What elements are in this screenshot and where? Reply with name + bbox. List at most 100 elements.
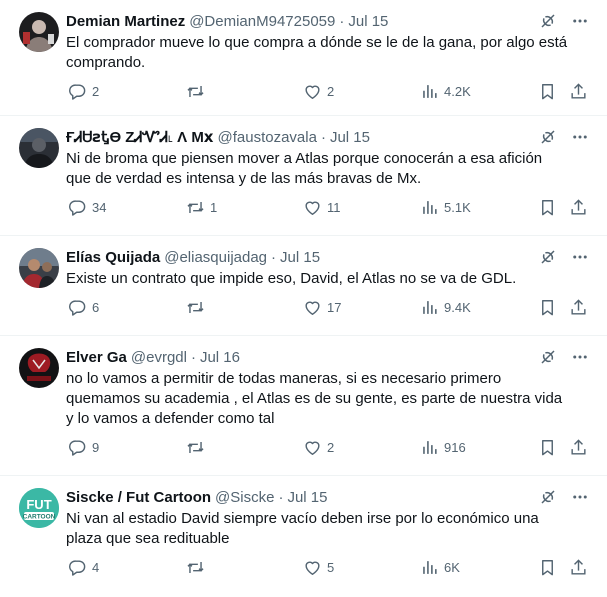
view-count: 9.4K [444, 299, 471, 315]
views-button[interactable]: 4.2K [420, 81, 471, 101]
like-button[interactable]: 5 [303, 557, 334, 577]
tweet[interactable]: Demian Martinez @DemianM94725059 · Jul 1… [0, 0, 607, 116]
retweet-button[interactable]: 1 [186, 197, 217, 217]
share-button[interactable] [569, 557, 588, 577]
bookmark-button[interactable] [538, 81, 557, 101]
action-bar: 4 5 6K [18, 557, 591, 591]
reply-count: 9 [92, 439, 100, 455]
separator-dot: · [339, 12, 345, 30]
tweet-text: Ni van al estadio David siempre vacío de… [66, 510, 539, 547]
bookmark-button[interactable] [538, 437, 557, 457]
timestamp[interactable]: Jul 16 [200, 349, 240, 366]
like-button[interactable]: 11 [303, 197, 341, 217]
reply-button[interactable]: 9 [68, 437, 99, 457]
retweet-button[interactable] [186, 437, 210, 457]
reply-button[interactable]: 2 [68, 81, 99, 101]
more-icon[interactable] [571, 128, 589, 146]
grok-icon[interactable] [539, 488, 557, 506]
author-name[interactable]: Siscke / Fut Cartoon [66, 489, 211, 506]
like-count: 17 [327, 299, 342, 315]
views-button[interactable]: 6K [420, 557, 460, 577]
like-count: 2 [327, 83, 335, 99]
retweet-button[interactable] [186, 297, 210, 317]
bookmark-button[interactable] [538, 197, 557, 217]
retweet-icon [186, 198, 205, 217]
more-icon[interactable] [571, 348, 589, 366]
like-button[interactable]: 2 [303, 81, 334, 101]
like-icon [303, 438, 322, 457]
author-name[interactable]: Demian Martinez [66, 13, 185, 30]
like-icon [303, 298, 322, 317]
avatar[interactable] [19, 128, 59, 168]
retweet-icon [186, 82, 205, 101]
share-button[interactable] [569, 197, 588, 217]
author-handle[interactable]: @Siscke [215, 489, 274, 506]
grok-icon[interactable] [539, 248, 557, 266]
author-handle[interactable]: @eliasquijadag [164, 249, 267, 266]
reply-count: 4 [92, 559, 100, 575]
grok-icon[interactable] [539, 128, 557, 146]
views-icon [420, 558, 439, 577]
view-count: 6K [444, 559, 460, 575]
retweet-icon [186, 558, 205, 577]
timestamp[interactable]: Jul 15 [287, 489, 327, 506]
views-button[interactable]: 916 [420, 437, 466, 457]
avatar-logo-top: FUT [26, 497, 51, 512]
avatar[interactable]: FUT CARTOON [19, 488, 59, 528]
share-icon [569, 298, 588, 317]
grok-icon[interactable] [539, 348, 557, 366]
author-name[interactable]: ҒᏗᏌꙅᎿϴ ZᏗᏉᏗ˪ Ʌ Mⅹ [66, 128, 214, 146]
reply-icon [68, 558, 87, 577]
tweet-text: El comprador mueve lo que compra a dónde… [66, 34, 568, 71]
reply-icon [68, 298, 87, 317]
views-button[interactable]: 5.1K [420, 197, 471, 217]
retweet-button[interactable] [186, 81, 210, 101]
timestamp[interactable]: Jul 15 [280, 249, 320, 266]
reply-count: 6 [92, 299, 100, 315]
reply-count: 2 [92, 83, 100, 99]
author-handle[interactable]: @DemianM94725059 [189, 13, 335, 30]
share-icon [569, 438, 588, 457]
author-handle[interactable]: @faustozavala [218, 129, 317, 146]
action-bar: 34 1 11 5.1K [18, 197, 591, 231]
retweet-icon [186, 438, 205, 457]
separator-dot: · [320, 128, 326, 146]
reply-button[interactable]: 34 [68, 197, 106, 217]
action-bar: 9 2 916 [18, 437, 591, 471]
avatar[interactable] [19, 248, 59, 288]
retweet-button[interactable] [186, 557, 210, 577]
share-button[interactable] [569, 437, 588, 457]
author-name[interactable]: Elver Ga [66, 349, 127, 366]
more-icon[interactable] [571, 488, 589, 506]
reply-button[interactable]: 4 [68, 557, 99, 577]
like-button[interactable]: 2 [303, 437, 334, 457]
reply-icon [68, 438, 87, 457]
share-button[interactable] [569, 81, 588, 101]
bookmark-icon [538, 198, 557, 217]
avatar[interactable] [19, 12, 59, 52]
share-button[interactable] [569, 297, 588, 317]
like-count: 2 [327, 439, 335, 455]
avatar[interactable] [19, 348, 59, 388]
views-button[interactable]: 9.4K [420, 297, 471, 317]
bookmark-button[interactable] [538, 557, 557, 577]
author-handle[interactable]: @evrgdl [131, 349, 187, 366]
more-icon[interactable] [571, 248, 589, 266]
tweet[interactable]: ҒᏗᏌꙅᎿϴ ZᏗᏉᏗ˪ Ʌ Mⅹ @faustozavala · Jul 15… [0, 116, 607, 236]
views-icon [420, 298, 439, 317]
grok-icon[interactable] [539, 12, 557, 30]
tweet[interactable]: FUT CARTOON Siscke / Fut Cartoon @Siscke… [0, 476, 607, 594]
like-button[interactable]: 17 [303, 297, 341, 317]
tweet[interactable]: Elías Quijada @eliasquijadag · Jul 15 Ex… [0, 236, 607, 336]
reply-button[interactable]: 6 [68, 297, 99, 317]
tweet[interactable]: Elver Ga @evrgdl · Jul 16 no lo vamos a … [0, 336, 607, 476]
timestamp[interactable]: Jul 15 [330, 129, 370, 146]
view-count: 5.1K [444, 199, 471, 215]
more-icon[interactable] [571, 12, 589, 30]
timestamp[interactable]: Jul 15 [348, 13, 388, 30]
avatar-logo-bottom: CARTOON [23, 514, 56, 521]
bookmark-button[interactable] [538, 297, 557, 317]
author-name[interactable]: Elías Quijada [66, 249, 160, 266]
share-icon [569, 198, 588, 217]
reply-icon [68, 82, 87, 101]
